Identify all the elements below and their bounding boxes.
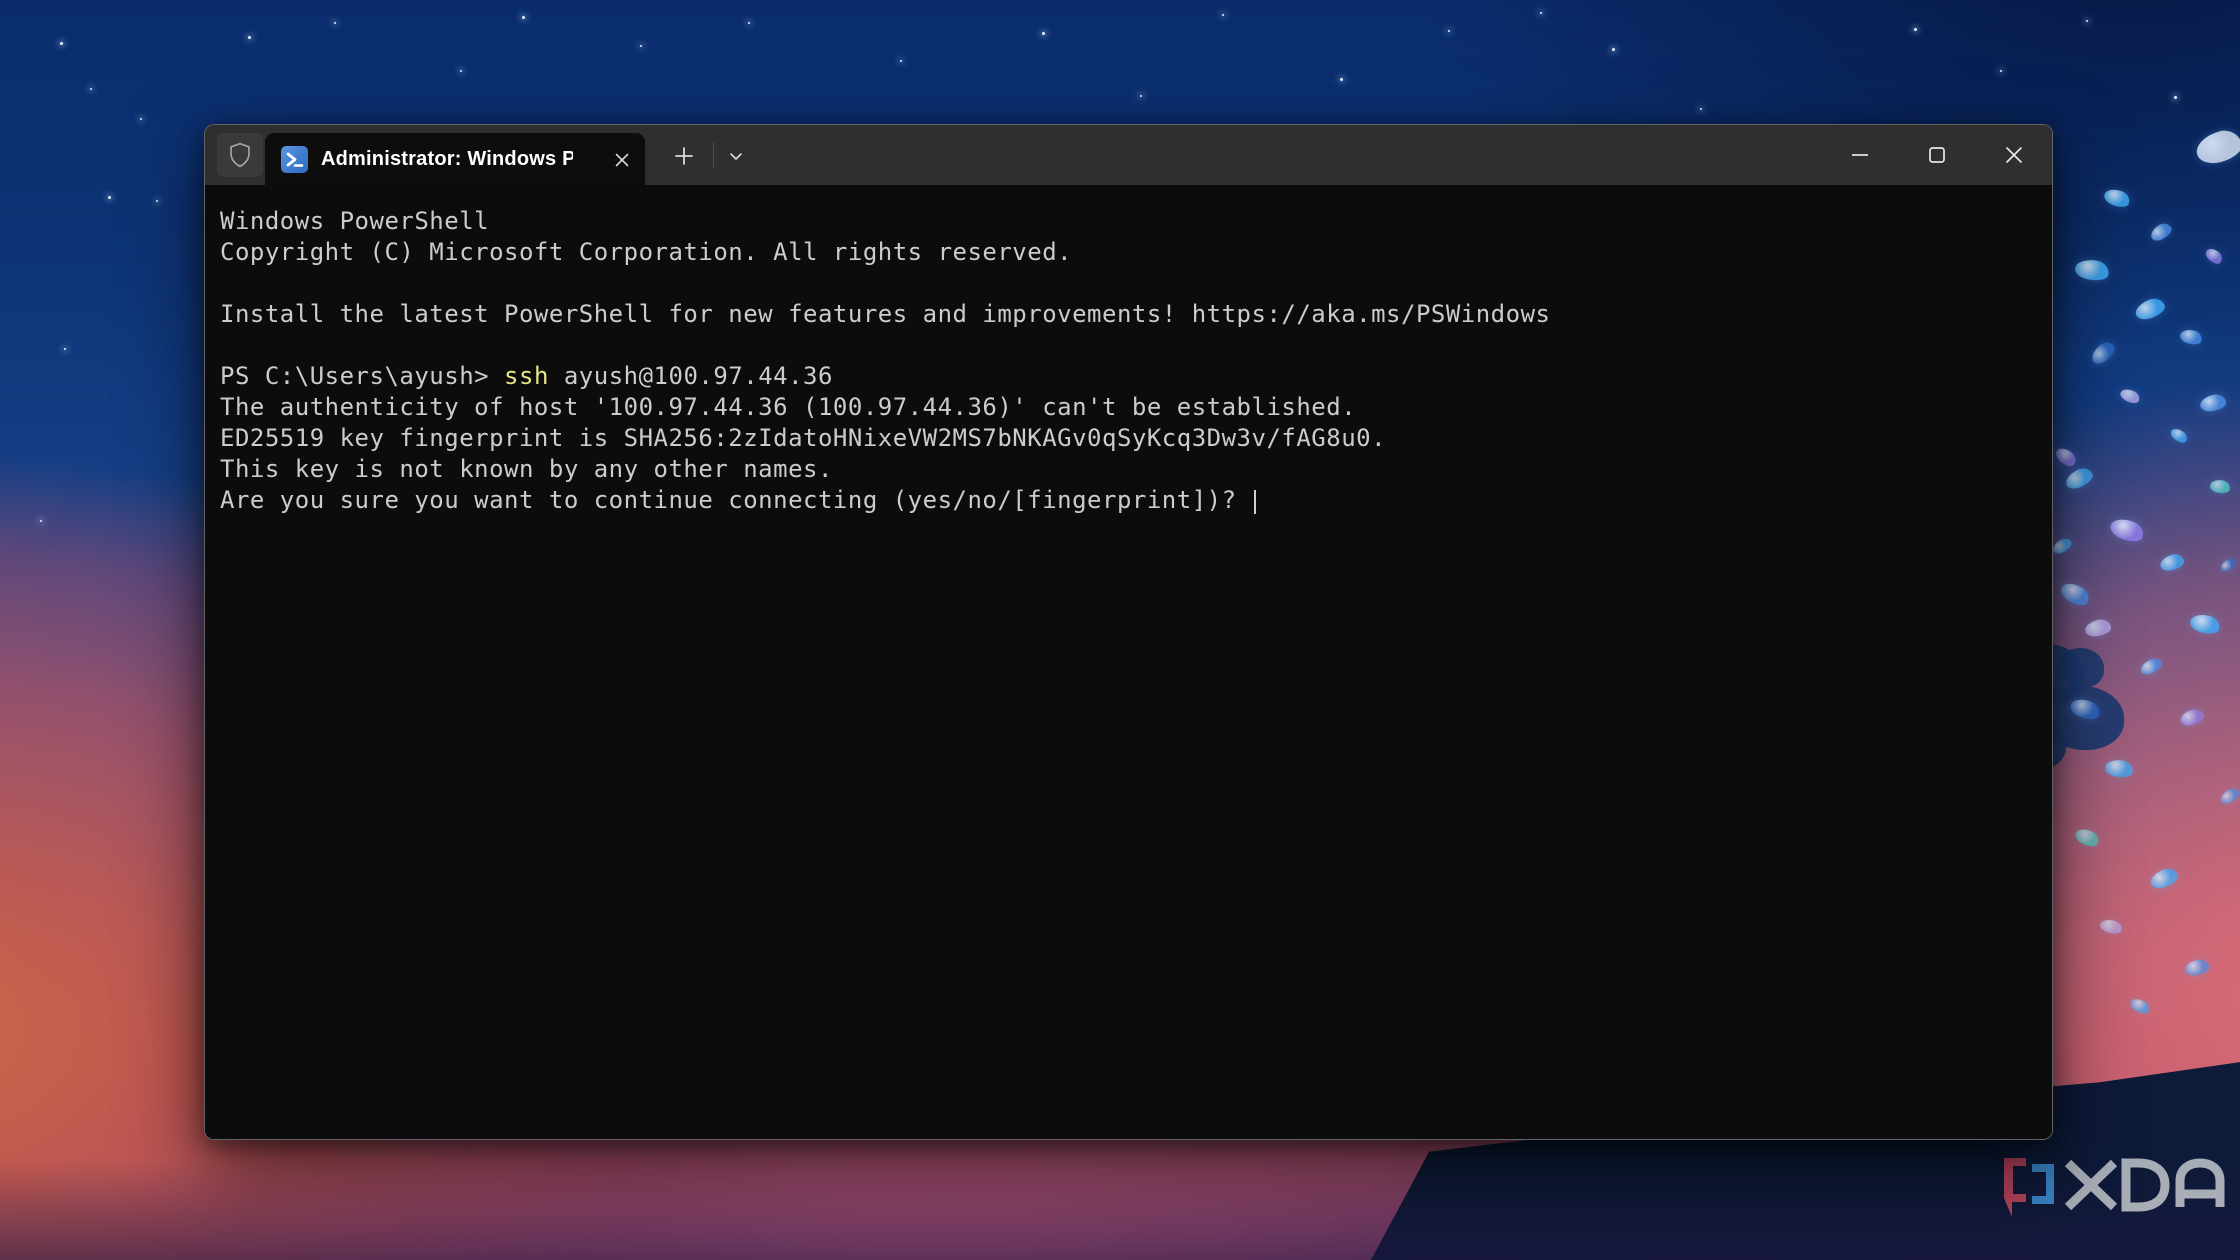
tab-close-button[interactable] xyxy=(609,147,635,173)
close-icon xyxy=(614,152,630,168)
maximize-button[interactable] xyxy=(1898,125,1975,185)
close-icon xyxy=(2004,145,2024,165)
close-button[interactable] xyxy=(1975,125,2052,185)
star xyxy=(1222,14,1224,16)
terminal-line: PS C:\Users\ayush> ssh ayush@100.97.44.3… xyxy=(220,361,2042,392)
terminal-line: The authenticity of host '100.97.44.36 (… xyxy=(220,392,2042,423)
terminal-text-segment: This key is not known by any other names… xyxy=(220,455,833,483)
maximize-icon xyxy=(1927,145,1947,165)
terminal-content[interactable]: Windows PowerShell Copyright (C) Microsof… xyxy=(205,185,2052,1139)
terminal-line: Windows PowerShell xyxy=(220,206,2042,237)
star xyxy=(140,118,142,120)
star xyxy=(334,22,336,24)
terminal-line xyxy=(220,330,2042,361)
terminal-text-segment: ssh xyxy=(504,362,549,390)
star xyxy=(2000,70,2002,72)
star xyxy=(2174,96,2177,99)
minimize-button[interactable] xyxy=(1821,125,1898,185)
terminal-text-segment: Install the latest PowerShell for new fe… xyxy=(220,300,1550,328)
star xyxy=(1612,48,1615,51)
terminal-text-segment: Windows PowerShell xyxy=(220,207,489,235)
terminal-line: Are you sure you want to continue connec… xyxy=(220,485,2042,516)
star xyxy=(1448,30,1450,32)
terminal-text-segment: Copyright (C) Microsoft Corporation. All… xyxy=(220,238,1072,266)
powershell-icon xyxy=(281,146,308,173)
terminal-text-segment: ayush@100.97.44.36 xyxy=(549,362,833,390)
admin-indicator xyxy=(217,133,263,177)
tabbar-divider xyxy=(713,142,714,168)
star xyxy=(748,22,750,24)
xda-bracket-right-icon xyxy=(2032,1164,2054,1204)
star xyxy=(1914,28,1917,31)
terminal-output: Windows PowerShell Copyright (C) Microsof… xyxy=(220,206,2042,516)
star xyxy=(108,196,111,199)
terminal-text-segment: The authenticity of host '100.97.44.36 (… xyxy=(220,393,1356,421)
tab-powershell[interactable]: Administrator: Windows PowerShell xyxy=(265,133,645,185)
star xyxy=(64,348,66,350)
xda-letter-x xyxy=(2068,1163,2114,1207)
plus-icon xyxy=(673,145,695,167)
shield-icon xyxy=(227,140,253,170)
star xyxy=(1340,78,1343,81)
terminal-text-segment xyxy=(220,331,235,359)
titlebar[interactable]: Administrator: Windows PowerShell xyxy=(205,125,2052,185)
xda-logo xyxy=(1996,1155,2228,1219)
star xyxy=(60,42,63,45)
window-controls xyxy=(1821,125,2052,185)
terminal-text-segment xyxy=(220,269,235,297)
terminal-line: ED25519 key fingerprint is SHA256:2zIdat… xyxy=(220,423,2042,454)
star xyxy=(1700,108,1702,110)
terminal-text-segment: Are you sure you want to continue connec… xyxy=(220,486,1252,514)
star xyxy=(156,200,158,202)
minimize-icon xyxy=(1850,145,1870,165)
star xyxy=(1042,32,1045,35)
star xyxy=(2086,20,2088,22)
star xyxy=(1140,95,1142,97)
terminal-line xyxy=(220,268,2042,299)
star xyxy=(90,88,92,90)
star xyxy=(40,520,42,522)
terminal-cursor xyxy=(1254,490,1256,514)
star xyxy=(460,70,462,72)
xda-bracket-left-icon xyxy=(2004,1158,2026,1217)
tree-blob xyxy=(2058,648,2104,688)
new-tab-button[interactable] xyxy=(662,137,706,175)
xda-letter-d xyxy=(2126,1163,2165,1207)
star xyxy=(1540,12,1542,14)
star xyxy=(640,45,642,47)
tab-title: Administrator: Windows PowerShell xyxy=(321,148,573,171)
terminal-window: Administrator: Windows PowerShell xyxy=(204,124,2053,1140)
terminal-line: Copyright (C) Microsoft Corporation. All… xyxy=(220,237,2042,268)
terminal-line: This key is not known by any other names… xyxy=(220,454,2042,485)
star xyxy=(900,60,902,62)
star xyxy=(522,16,525,19)
tab-dropdown-button[interactable] xyxy=(719,137,753,175)
star xyxy=(248,36,251,39)
chevron-down-icon xyxy=(728,148,744,164)
terminal-text-segment: ED25519 key fingerprint is SHA256:2zIdat… xyxy=(220,424,1386,452)
terminal-line: Install the latest PowerShell for new fe… xyxy=(220,299,2042,330)
terminal-text-segment: PS C:\Users\ayush> xyxy=(220,362,504,390)
xda-letter-a xyxy=(2180,1163,2220,1207)
